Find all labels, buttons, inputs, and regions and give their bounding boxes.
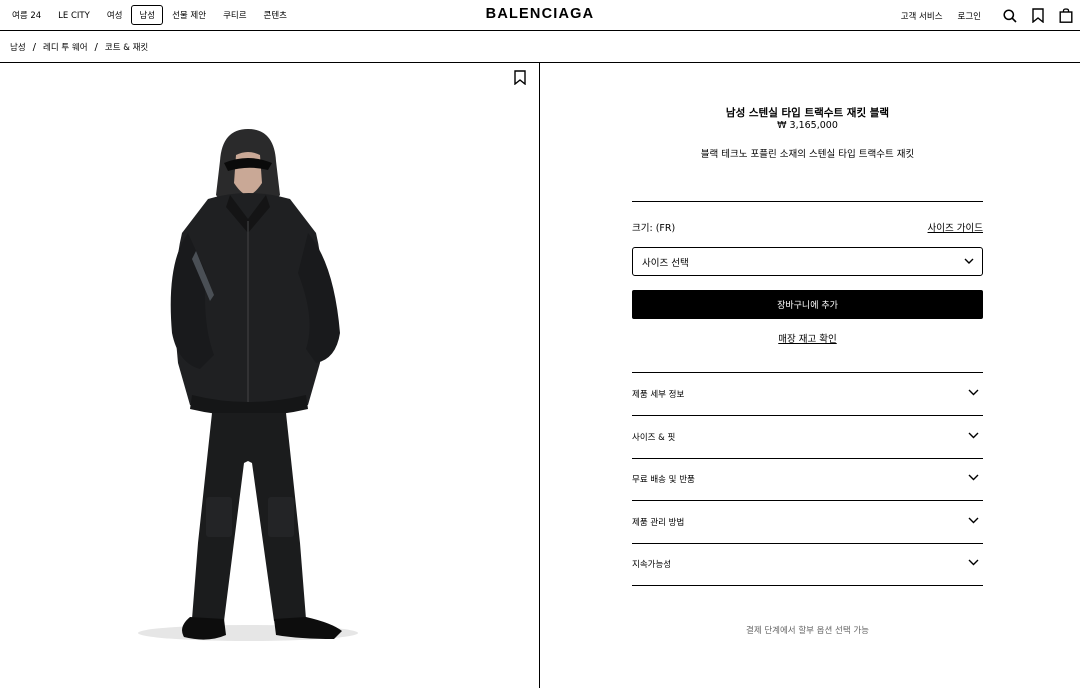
chevron-down-icon [968, 474, 979, 484]
accordion-product-details[interactable]: 제품 세부 정보 [632, 373, 983, 416]
product-description: 블랙 테크노 포플린 소재의 스텐실 타입 트랙수트 재킷 [700, 149, 915, 160]
site-header: 여름 24 LE CITY 여성 남성 선물 제안 쿠티르 콘텐츠 BALENC… [0, 0, 1080, 31]
breadcrumb-item-ready-to-wear[interactable]: 레디 투 웨어 [43, 41, 88, 53]
nav-item-couture[interactable]: 쿠티르 [215, 5, 254, 25]
breadcrumb-separator: / [94, 41, 98, 53]
accordion-label: 지속가능성 [632, 560, 672, 570]
nav-item-le-city[interactable]: LE CITY [50, 5, 98, 25]
login-link[interactable]: 로그인 [958, 10, 981, 22]
accordion-shipping-returns[interactable]: 무료 배송 및 반품 [632, 458, 983, 501]
nav-item-content[interactable]: 콘텐츠 [256, 5, 295, 25]
accordion-label: 사이즈 & 핏 [632, 433, 676, 443]
search-icon[interactable] [996, 0, 1024, 31]
size-select-dropdown[interactable]: 사이즈 선택 [632, 247, 983, 276]
accordion-label: 제품 관리 방법 [632, 518, 685, 528]
brand-logo[interactable]: BALENCIAGA [480, 6, 600, 22]
breadcrumb-item-men[interactable]: 남성 [10, 41, 26, 53]
section-divider [632, 201, 983, 202]
store-stock-link[interactable]: 매장 재고 확인 [632, 331, 983, 345]
accordion-label: 무료 배송 및 반품 [632, 475, 695, 485]
breadcrumb-item-coats-jackets[interactable]: 코트 & 재킷 [105, 41, 148, 53]
product-image[interactable] [120, 123, 380, 653]
bookmark-icon[interactable] [514, 70, 526, 89]
breadcrumb-separator: / [32, 41, 37, 53]
nav-item-gifts[interactable]: 선물 제안 [164, 5, 214, 25]
pane-divider [539, 63, 540, 688]
customer-service-link[interactable]: 고객 서비스 [901, 10, 943, 22]
nav-item-summer24[interactable]: 여름 24 [4, 5, 49, 25]
product-price: ₩ 3,165,000 [777, 120, 838, 131]
size-label: 크기: (FR) [632, 223, 676, 234]
chevron-down-icon [964, 256, 974, 267]
accordion-label: 제품 세부 정보 [632, 390, 685, 400]
installment-note: 결제 단계에서 할부 옵션 선택 가능 [746, 626, 869, 636]
nav-item-women[interactable]: 여성 [99, 5, 131, 25]
chevron-down-icon [968, 432, 979, 442]
chevron-down-icon [968, 559, 979, 569]
accordion-size-fit[interactable]: 사이즈 & 핏 [632, 416, 983, 459]
header-utilities: 고객 서비스 로그인 [901, 0, 1080, 31]
nav-item-men[interactable]: 남성 [131, 5, 164, 25]
accordion-care[interactable]: 제품 관리 방법 [632, 501, 983, 544]
size-select-value: 사이즈 선택 [642, 257, 689, 269]
product-image-pane [0, 63, 539, 688]
chevron-down-icon [968, 517, 979, 527]
chevron-down-icon [968, 389, 979, 399]
bag-icon[interactable] [1052, 0, 1080, 31]
store-stock-link-label: 매장 재고 확인 [778, 334, 837, 345]
bookmark-icon[interactable] [1024, 0, 1052, 31]
size-guide-link[interactable]: 사이즈 가이드 [928, 220, 983, 234]
add-to-cart-button[interactable]: 장바구니에 추가 [632, 290, 983, 319]
main-nav: 여름 24 LE CITY 여성 남성 선물 제안 쿠티르 콘텐츠 [4, 5, 296, 25]
breadcrumb: 남성 / 레디 투 웨어 / 코트 & 재킷 [10, 41, 148, 54]
accordion-sustainability[interactable]: 지속가능성 [632, 543, 983, 586]
product-title: 남성 스텐실 타입 트랙수트 재킷 블랙 [725, 107, 890, 119]
